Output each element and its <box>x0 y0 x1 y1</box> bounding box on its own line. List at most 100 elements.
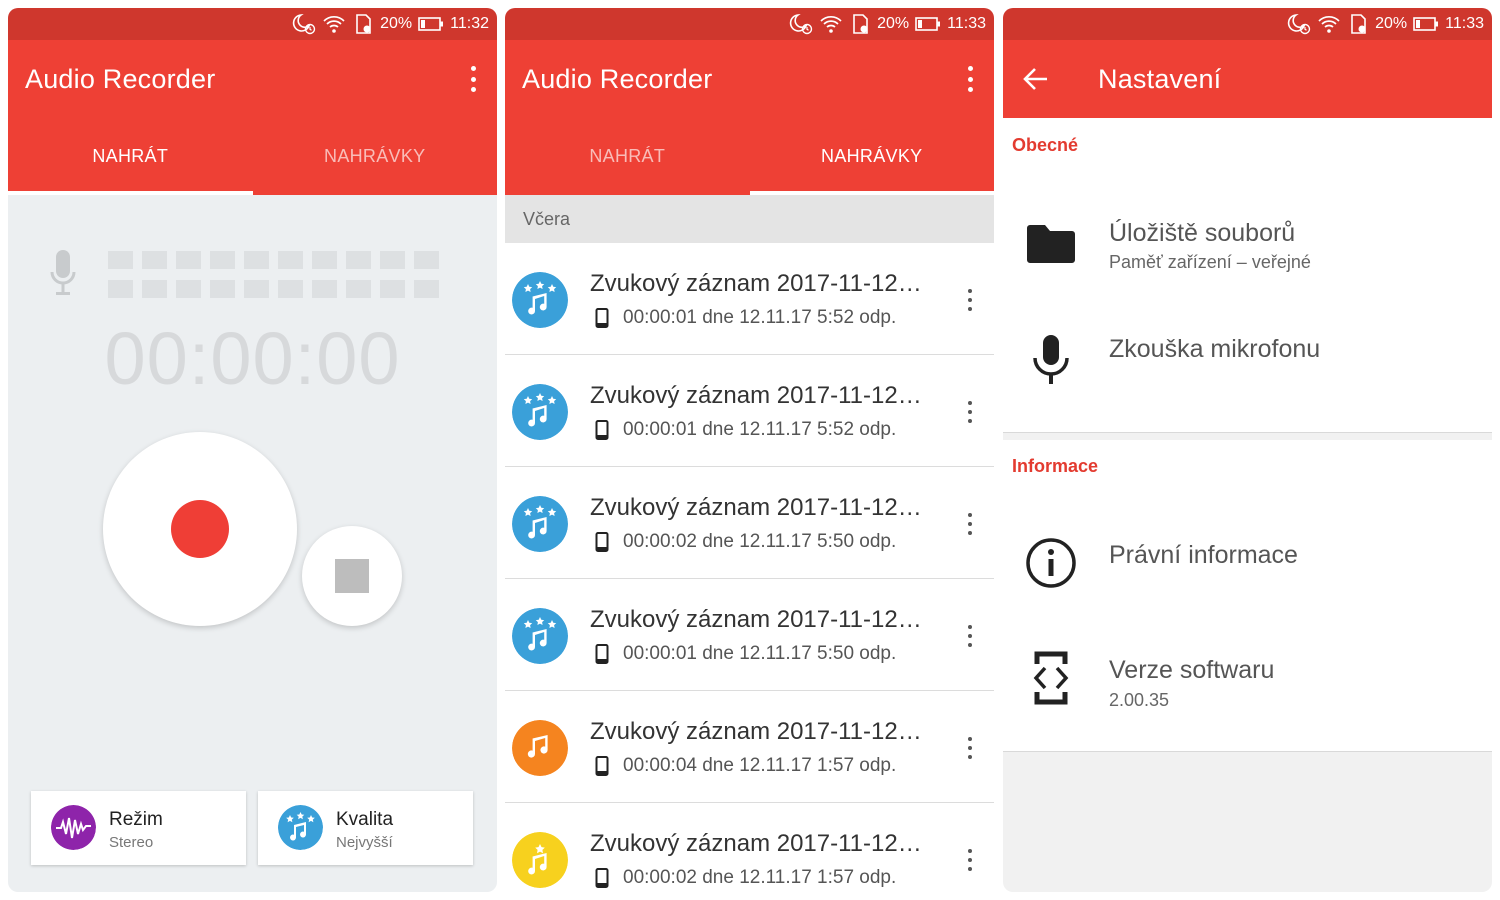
pref-mic-test[interactable]: Zkouška mikrofonu <box>1003 318 1492 428</box>
list-item[interactable]: Zvukový záznam 2017-11-12… 00:00:01 dne 1… <box>505 243 994 355</box>
pref-subtitle: Paměť zařízení – veřejné <box>1109 252 1311 272</box>
sd-card-icon <box>356 14 371 34</box>
status-bar: 20% 11:33 <box>1003 8 1492 40</box>
overflow-menu-icon[interactable] <box>467 66 479 92</box>
recording-meta: 00:00:02 dne 12.11.17 5:50 odp. <box>623 531 897 552</box>
pref-subtitle: 2.00.35 <box>1109 690 1170 710</box>
music-stars-icon <box>512 496 568 552</box>
back-arrow-icon[interactable] <box>1023 66 1049 92</box>
phone-storage-icon <box>595 644 609 664</box>
wifi-icon <box>323 15 345 33</box>
recording-title: Zvukový záznam 2017-11-12… <box>590 606 922 633</box>
list-item[interactable]: Zvukový záznam 2017-11-12… 00:00:02 dne 1… <box>505 803 994 892</box>
recording-meta: 00:00:02 dne 12.11.17 1:57 odp. <box>623 867 897 888</box>
status-bar: 20% 11:32 <box>8 8 497 40</box>
sd-card-icon <box>1351 14 1366 34</box>
sd-card-icon <box>853 14 868 34</box>
recording-timer: 00:00:00 <box>104 317 401 400</box>
phone-storage-icon <box>595 868 609 888</box>
page-title: Nastavení <box>1098 64 1222 94</box>
item-overflow-menu-icon[interactable] <box>966 849 974 871</box>
app-bar: Nastavení <box>1003 40 1492 118</box>
mode-value: Stereo <box>109 834 154 851</box>
section-divider <box>1003 432 1492 440</box>
do-not-disturb-alarm-icon <box>292 13 316 35</box>
recording-title: Zvukový záznam 2017-11-12… <box>590 494 922 521</box>
item-overflow-menu-icon[interactable] <box>966 401 974 423</box>
app-title: Audio Recorder <box>25 64 216 94</box>
app-bar: Audio Recorder <box>8 40 497 118</box>
record-button[interactable] <box>103 432 297 626</box>
pref-legal-info[interactable]: Právní informace <box>1003 513 1492 618</box>
list-item[interactable]: Zvukový záznam 2017-11-12… 00:00:04 dne 1… <box>505 691 994 803</box>
battery-percent: 20% <box>380 15 413 32</box>
tab-record[interactable]: NAHRÁT <box>8 118 253 195</box>
list-item[interactable]: Zvukový záznam 2017-11-12… 00:00:02 dne 1… <box>505 467 994 579</box>
recording-meta: 00:00:01 dne 12.11.17 5:52 odp. <box>623 307 897 328</box>
do-not-disturb-alarm-icon <box>1287 13 1311 35</box>
item-overflow-menu-icon[interactable] <box>966 513 974 535</box>
empty-area <box>1003 751 1492 892</box>
recording-meta: 00:00:04 dne 12.11.17 1:57 odp. <box>623 755 897 776</box>
mode-card[interactable]: Režim Stereo <box>31 791 246 865</box>
recording-meta: 00:00:01 dne 12.11.17 5:50 odp. <box>623 643 897 664</box>
phone-storage-icon <box>595 420 609 440</box>
quality-card[interactable]: Kvalita Nejvyšší <box>258 791 473 865</box>
recorder-screen: 20% 11:32 Audio Recorder NAHRÁT NAHRÁVKY… <box>8 8 497 892</box>
clock: 11:32 <box>450 15 489 32</box>
status-bar: 20% 11:33 <box>505 8 994 40</box>
app-bar: Audio Recorder <box>505 40 994 118</box>
settings-screen: 20% 11:33 Nastavení Obecné Úložiště soub… <box>1003 8 1492 892</box>
battery-icon <box>418 17 444 31</box>
stop-icon <box>335 559 369 593</box>
category-info: Informace <box>1012 456 1099 476</box>
tab-recordings[interactable]: NAHRÁVKY <box>749 118 995 195</box>
pref-title: Úložiště souborů <box>1109 219 1296 247</box>
tab-bar: NAHRÁT NAHRÁVKY <box>8 118 497 195</box>
info-icon <box>1026 538 1076 588</box>
music-stars-icon <box>512 608 568 664</box>
wifi-icon <box>1318 15 1340 33</box>
pref-title: Právní informace <box>1109 541 1298 569</box>
list-item[interactable]: Zvukový záznam 2017-11-12… 00:00:01 dne 1… <box>505 579 994 691</box>
tab-record[interactable]: NAHRÁT <box>505 118 750 195</box>
microphone-icon <box>1033 335 1069 384</box>
phone-storage-icon <box>595 756 609 776</box>
pref-file-storage[interactable]: Úložiště souborů Paměť zařízení – veřejn… <box>1003 198 1492 308</box>
music-stars-icon <box>512 384 568 440</box>
recordings-screen: 20% 11:33 Audio Recorder NAHRÁT NAHRÁVKY… <box>505 8 994 892</box>
pref-title: Zkouška mikrofonu <box>1109 335 1321 363</box>
recording-title: Zvukový záznam 2017-11-12… <box>590 270 922 297</box>
phone-storage-icon <box>595 532 609 552</box>
item-overflow-menu-icon[interactable] <box>966 289 974 311</box>
music-stars-icon <box>278 805 323 850</box>
tab-recordings[interactable]: NAHRÁVKY <box>253 118 498 195</box>
waveform-icon <box>51 805 96 850</box>
level-meter <box>108 251 439 298</box>
list-item[interactable]: Zvukový záznam 2017-11-12… 00:00:01 dne 1… <box>505 355 994 467</box>
do-not-disturb-alarm-icon <box>789 13 813 35</box>
pref-title: Verze softwaru <box>1109 656 1275 684</box>
tab-bar: NAHRÁT NAHRÁVKY <box>505 118 994 195</box>
quality-value: Nejvyšší <box>336 834 393 851</box>
record-dot-icon <box>171 500 229 558</box>
developer-mode-icon <box>1033 651 1069 705</box>
overflow-menu-icon[interactable] <box>964 66 976 92</box>
battery-icon <box>915 17 941 31</box>
item-overflow-menu-icon[interactable] <box>966 737 974 759</box>
recording-title: Zvukový záznam 2017-11-12… <box>590 718 922 745</box>
stop-button[interactable] <box>302 526 402 626</box>
clock: 11:33 <box>1445 15 1484 32</box>
clock: 11:33 <box>947 15 986 32</box>
music-stars-icon <box>512 272 568 328</box>
recordings-list: Zvukový záznam 2017-11-12… 00:00:01 dne 1… <box>505 243 994 892</box>
app-title: Audio Recorder <box>522 64 713 94</box>
music-star-icon <box>512 832 568 888</box>
recording-meta: 00:00:01 dne 12.11.17 5:52 odp. <box>623 419 897 440</box>
section-header: Včera <box>505 195 994 243</box>
recording-title: Zvukový záznam 2017-11-12… <box>590 830 922 857</box>
item-overflow-menu-icon[interactable] <box>966 625 974 647</box>
wifi-icon <box>820 15 842 33</box>
microphone-icon <box>50 250 76 295</box>
battery-percent: 20% <box>877 15 910 32</box>
